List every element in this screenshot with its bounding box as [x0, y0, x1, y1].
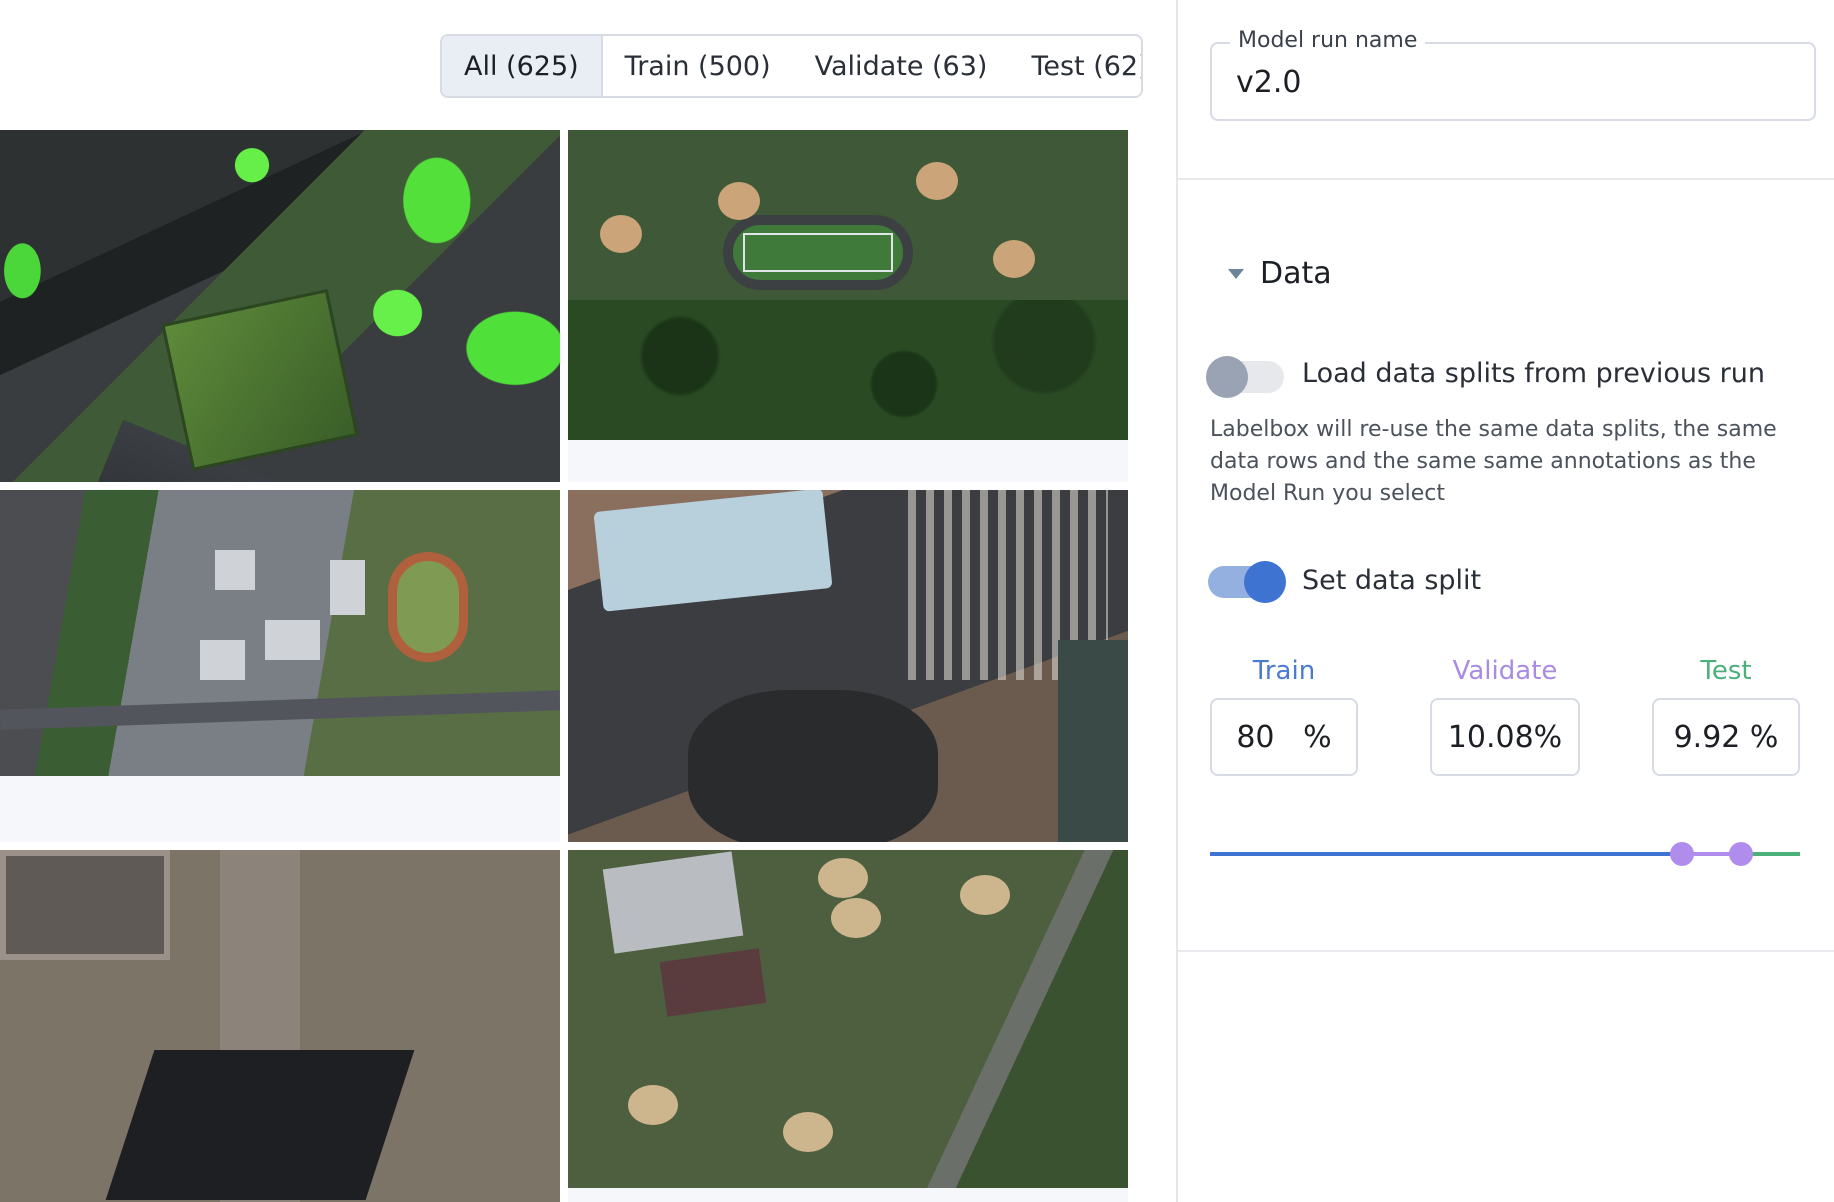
train-split-label: Train — [1252, 656, 1316, 686]
building-shape — [330, 560, 365, 615]
model-run-name-label: Model run name — [1230, 28, 1426, 53]
building-shape — [1058, 640, 1128, 842]
ball-diamond-shape — [916, 162, 958, 200]
test-split-column: Test 9.92 % — [1652, 656, 1800, 776]
data-section-title: Data — [1260, 256, 1332, 291]
building-shape — [200, 640, 245, 680]
train-validate-slider-handle[interactable] — [1670, 842, 1694, 866]
data-row-thumbnail[interactable] — [568, 130, 1128, 482]
building-shape — [215, 550, 255, 590]
train-slider-segment — [1210, 852, 1682, 856]
load-previous-splits-label: Load data splits from previous run — [1302, 358, 1765, 389]
load-splits-helper-text: Labelbox will re-use the same data split… — [1210, 417, 1777, 506]
section-divider — [1178, 178, 1834, 180]
forest-shape — [568, 300, 1128, 440]
toggle-knob — [1206, 356, 1248, 398]
running-track-shape — [723, 215, 913, 290]
tab-train[interactable]: Train (500) — [603, 36, 793, 96]
thumbnail-footer — [0, 776, 560, 842]
test-split-input[interactable]: 9.92 % — [1652, 698, 1800, 776]
data-split-slider[interactable] — [1210, 842, 1800, 866]
train-split-input[interactable]: 80 % — [1210, 698, 1358, 776]
model-run-name-input[interactable] — [1236, 60, 1796, 104]
building-shape — [265, 620, 320, 660]
set-data-split-toggle[interactable] — [1208, 561, 1286, 603]
ball-diamond-shape — [993, 240, 1035, 278]
thumbnail-footer — [568, 1188, 1128, 1202]
ball-diamond-shape — [600, 215, 642, 253]
split-filter-tabs: All (625) Train (500) Validate (63) Test… — [440, 34, 1143, 98]
ball-diamond-shape — [783, 1112, 833, 1152]
validate-split-input[interactable]: 10.08% — [1430, 698, 1580, 776]
data-section-header[interactable]: Data — [1228, 256, 1332, 291]
ball-diamond-shape — [960, 875, 1010, 915]
tree-shadow-shape — [688, 690, 938, 842]
model-run-name-field: Model run name — [1210, 28, 1816, 121]
thumbnail-footer — [568, 440, 1128, 482]
tab-all[interactable]: All (625) — [442, 36, 603, 96]
toggle-knob — [1244, 561, 1286, 603]
building-shape — [602, 851, 744, 954]
ball-diamond-shape — [628, 1085, 678, 1125]
section-divider — [1178, 950, 1834, 952]
test-split-label: Test — [1700, 656, 1752, 686]
train-split-value: 80 % — [1236, 719, 1332, 755]
data-row-thumbnail[interactable] — [0, 850, 560, 1202]
data-row-thumbnail[interactable] — [0, 130, 560, 482]
data-row-thumbnail[interactable] — [0, 490, 560, 842]
load-previous-splits-toggle[interactable] — [1206, 356, 1284, 398]
ball-diamond-shape — [831, 898, 881, 938]
set-data-split-label: Set data split — [1302, 565, 1482, 596]
validate-split-column: Validate 10.08% — [1430, 656, 1580, 776]
tab-validate[interactable]: Validate (63) — [793, 36, 1010, 96]
validate-split-label: Validate — [1452, 656, 1558, 686]
image-gallery-pane: All (625) Train (500) Validate (63) Test… — [0, 0, 1176, 1202]
building-shadow-shape — [105, 1050, 415, 1200]
validate-test-slider-handle[interactable] — [1729, 842, 1754, 866]
data-row-thumbnail[interactable] — [568, 850, 1128, 1202]
running-track-shape — [388, 552, 468, 662]
ball-diamond-shape — [818, 858, 868, 898]
rooftop-shape — [0, 850, 170, 960]
caret-down-icon — [1228, 268, 1244, 279]
tab-test[interactable]: Test (62) — [1009, 36, 1141, 96]
ball-diamond-shape — [718, 182, 760, 220]
model-run-settings-panel: Model run name Data Load data splits fro… — [1178, 0, 1834, 1202]
train-split-column: Train 80 % — [1210, 656, 1358, 776]
test-split-value: 9.92 % — [1673, 719, 1779, 755]
validate-split-value: 10.08% — [1447, 719, 1563, 755]
data-row-thumbnail[interactable] — [568, 490, 1128, 842]
